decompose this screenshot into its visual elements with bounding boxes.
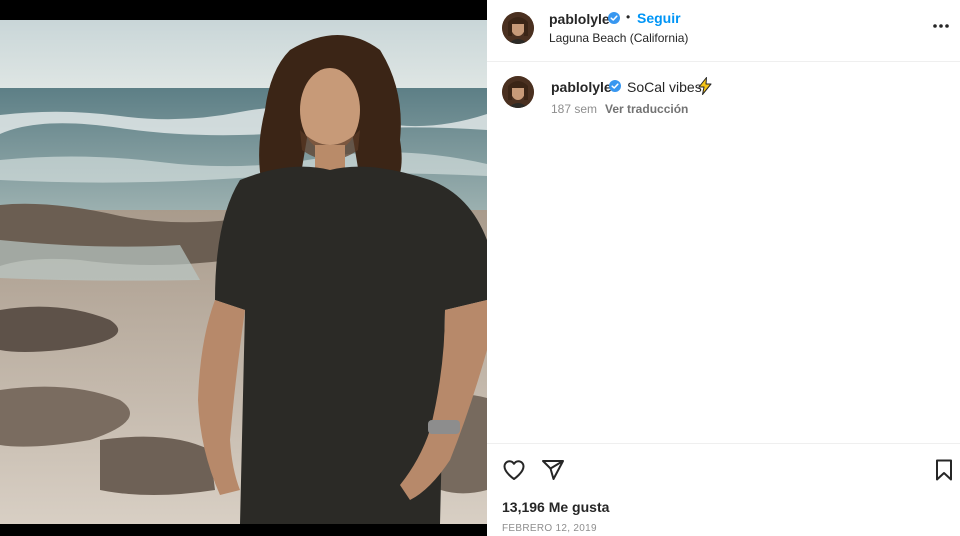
caption-avatar[interactable] bbox=[502, 76, 534, 108]
caption-text: SoCal vibes bbox=[627, 79, 702, 95]
more-options-icon[interactable] bbox=[931, 16, 951, 36]
verified-badge-icon bbox=[609, 80, 621, 92]
see-translation-link[interactable]: Ver traducción bbox=[605, 102, 688, 116]
verified-badge-icon bbox=[608, 12, 620, 24]
separator-dot: • bbox=[626, 10, 631, 24]
username[interactable]: pablolyle bbox=[549, 11, 610, 27]
bookmark-icon[interactable] bbox=[932, 458, 956, 482]
post-date[interactable]: FEBRERO 12, 2019 bbox=[502, 523, 597, 534]
post-location[interactable]: Laguna Beach (California) bbox=[549, 31, 688, 45]
post-photo[interactable] bbox=[0, 20, 487, 524]
comment-age[interactable]: 187 sem bbox=[551, 102, 597, 116]
likes-count[interactable]: 13,196 Me gusta bbox=[502, 499, 609, 515]
avatar[interactable] bbox=[502, 12, 534, 44]
lightning-bolt-icon bbox=[698, 77, 712, 95]
post-details-panel: pablolyle • Seguir Laguna Beach (Califor… bbox=[487, 0, 960, 536]
post-actions: 13,196 Me gusta FEBRERO 12, 2019 bbox=[487, 443, 960, 536]
post-media-panel bbox=[0, 0, 487, 536]
heart-icon[interactable] bbox=[502, 458, 526, 482]
caption-comment: pablolyle SoCal vibes 187 sem Ver traduc… bbox=[487, 62, 960, 142]
share-icon[interactable] bbox=[541, 458, 565, 482]
caption-username[interactable]: pablolyle bbox=[551, 79, 612, 95]
post-header: pablolyle • Seguir Laguna Beach (Califor… bbox=[487, 0, 960, 62]
follow-button[interactable]: Seguir bbox=[637, 10, 681, 26]
